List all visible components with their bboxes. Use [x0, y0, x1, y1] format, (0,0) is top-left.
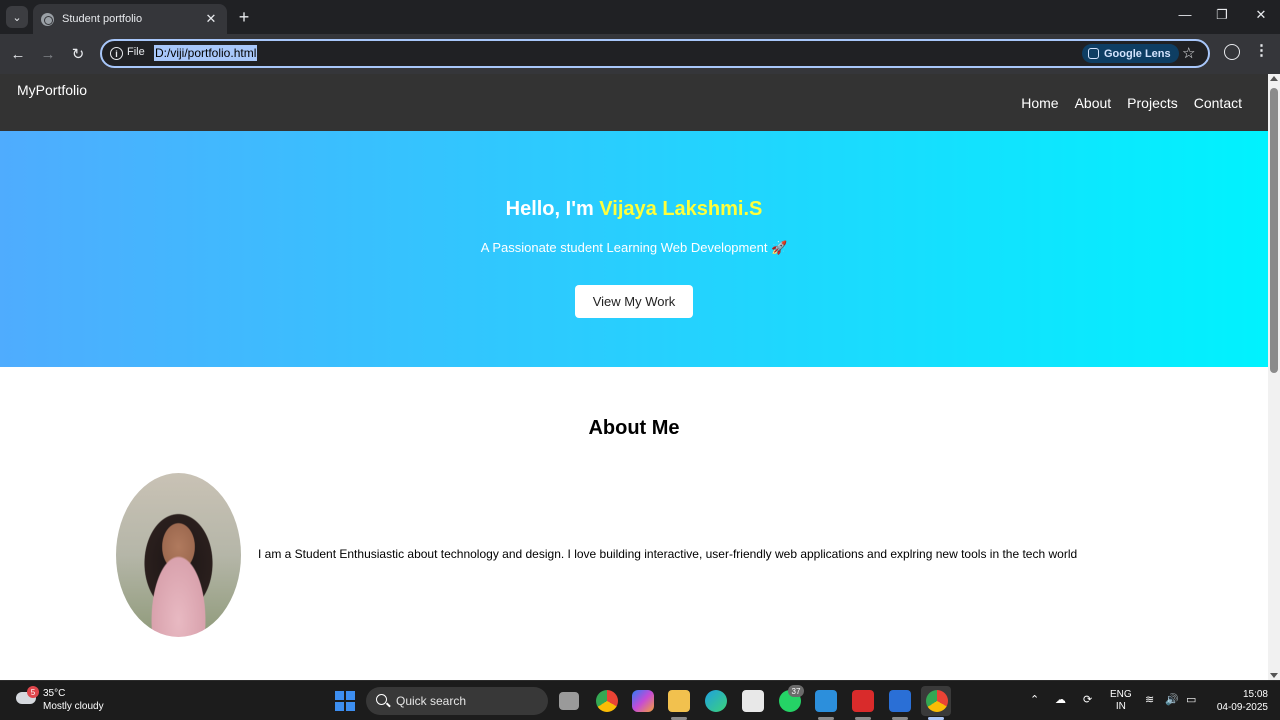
taskbar: 5 35°C Mostly cloudy Quick search 37 ⌃ ☁… — [0, 680, 1280, 720]
taskbar-search[interactable]: Quick search — [366, 687, 548, 715]
temperature[interactable]: 35°C — [43, 688, 65, 699]
copilot-icon[interactable] — [632, 690, 654, 712]
maximize-icon[interactable]: ❐ — [1212, 7, 1232, 23]
hero-subtitle: A Passionate student Learning Web Develo… — [480, 240, 788, 255]
sync-icon[interactable]: ⟳ — [1083, 693, 1092, 706]
nav-link-projects[interactable]: Projects — [1127, 95, 1178, 111]
page-scrollbar[interactable] — [1268, 74, 1280, 680]
forward-arrow-icon[interactable]: → — [37, 43, 59, 65]
scroll-up-icon[interactable] — [1270, 76, 1278, 81]
url-text[interactable]: D:/viji/portfolio.html — [154, 45, 258, 61]
new-tab-button[interactable]: + — [234, 7, 254, 27]
language-code: ENG — [1110, 689, 1132, 700]
volume-icon[interactable]: 🔊 — [1165, 693, 1179, 706]
bookmark-star-icon[interactable]: ☆ — [1182, 44, 1195, 62]
tab-title: Student portfolio — [62, 13, 143, 25]
reload-icon[interactable]: ↻ — [67, 43, 89, 65]
wifi-icon[interactable]: ≋ — [1145, 693, 1154, 706]
edge-icon[interactable] — [705, 690, 727, 712]
browser-toolbar: ← → ↻ i File D:/viji/portfolio.html Goog… — [0, 34, 1280, 74]
weather-description[interactable]: Mostly cloudy — [43, 701, 104, 712]
battery-icon[interactable]: ▭ — [1186, 693, 1196, 706]
clock[interactable]: 15:08 04-09-2025 — [1208, 688, 1268, 714]
nav-link-about[interactable]: About — [1075, 95, 1112, 111]
search-label: Quick search — [396, 694, 467, 708]
hero-name: Vijaya Lakshmi.S — [599, 198, 763, 220]
onedrive-icon[interactable]: ☁ — [1055, 693, 1066, 706]
hero-heading: Hello, I'm Vijaya Lakshmi.S — [0, 198, 1268, 221]
lens-icon — [1088, 48, 1099, 59]
weather-badge: 5 — [27, 686, 39, 698]
tab-search-button[interactable]: ⌄ — [6, 6, 28, 28]
hero-greeting: Hello, I'm — [505, 198, 594, 220]
chevron-down-icon: ⌄ — [12, 11, 22, 24]
clock-time: 15:08 — [1242, 689, 1268, 700]
globe-icon — [41, 12, 54, 26]
wps-office-icon[interactable] — [852, 690, 874, 712]
store-icon[interactable] — [742, 690, 764, 712]
view-my-work-button[interactable]: View My Work — [575, 285, 693, 318]
info-icon[interactable]: i — [110, 47, 123, 60]
scroll-down-icon[interactable] — [1270, 673, 1278, 678]
profile-icon[interactable] — [1224, 44, 1240, 60]
google-lens-button[interactable]: Google Lens — [1082, 44, 1179, 63]
task-view-icon[interactable] — [559, 692, 579, 710]
site-header: MyPortfolio Home About Projects Contact — [0, 74, 1268, 131]
nav-link-contact[interactable]: Contact — [1194, 95, 1242, 111]
hero-section: Hello, I'm Vijaya Lakshmi.S A Passionate… — [0, 131, 1268, 367]
chrome-icon[interactable] — [596, 690, 618, 712]
whatsapp-badge: 37 — [788, 685, 804, 697]
start-button-windows-icon[interactable] — [335, 691, 355, 711]
profile-photo — [116, 473, 241, 637]
region-code: IN — [1115, 701, 1126, 712]
site-logo[interactable]: MyPortfolio — [17, 82, 87, 98]
browser-tab[interactable]: Student portfolio ✕ — [33, 4, 227, 34]
back-arrow-icon[interactable]: ← — [7, 43, 29, 65]
tray-overflow-icon[interactable]: ⌃ — [1030, 693, 1039, 706]
about-title: About Me — [588, 417, 680, 439]
address-bar[interactable]: i File D:/viji/portfolio.html Google Len… — [100, 39, 1210, 68]
page-viewport: MyPortfolio Home About Projects Contact … — [0, 74, 1268, 680]
clock-date: 04-09-2025 — [1216, 702, 1268, 713]
nav-link-home[interactable]: Home — [1021, 95, 1058, 111]
close-window-icon[interactable]: ✕ — [1251, 7, 1271, 23]
search-icon — [376, 694, 387, 705]
browser-tab-bar: ⌄ Student portfolio ✕ + — ❐ ✕ — [0, 0, 1280, 34]
file-explorer-icon[interactable] — [668, 690, 690, 712]
minimize-icon[interactable]: — — [1175, 7, 1195, 22]
vscode-icon[interactable] — [815, 690, 837, 712]
language-indicator[interactable]: ENG IN — [1110, 689, 1132, 713]
scroll-thumb[interactable] — [1270, 88, 1278, 373]
lens-label: Google Lens — [1104, 47, 1171, 60]
about-text: I am a Student Enthusiastic about techno… — [258, 547, 1078, 561]
menu-dots-icon[interactable]: ⋮ — [1254, 42, 1269, 60]
close-tab-icon[interactable]: ✕ — [203, 11, 219, 27]
site-nav: Home About Projects Contact — [1021, 95, 1242, 111]
scheme-label: File — [127, 46, 145, 58]
snipping-tool-icon[interactable] — [889, 690, 911, 712]
chrome-icon-active[interactable] — [926, 690, 948, 712]
